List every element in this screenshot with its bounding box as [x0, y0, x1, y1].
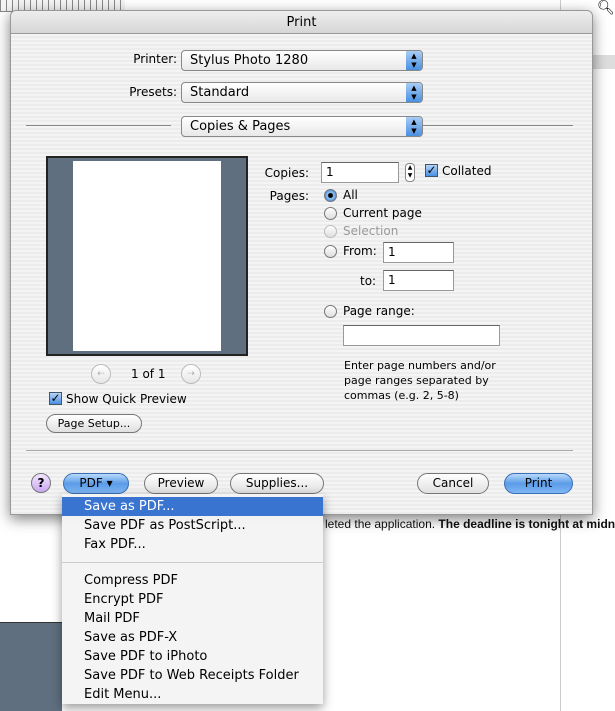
menu-item-save-pdf-as-postscript[interactable]: Save PDF as PostScript... [62, 516, 323, 535]
radio-selection[interactable] [324, 225, 337, 238]
from-input[interactable]: 1 [383, 242, 454, 263]
print-dialog: Print Printer: Stylus Photo 1280 ▲ ▼ Prese… [10, 10, 593, 515]
preview-page [73, 161, 221, 351]
background-text: leted the application. The deadline is t… [325, 517, 615, 531]
radio-current-page-label: Current page [343, 206, 422, 220]
cancel-button[interactable]: Cancel [417, 473, 489, 494]
dialog-title: Print [11, 11, 592, 34]
divider [26, 450, 573, 451]
text: leted the application. [325, 517, 436, 531]
prev-page-button[interactable]: ⇠ [91, 364, 111, 384]
menu-item-save-pdf-to-web-receipts[interactable]: Save PDF to Web Receipts Folder [62, 666, 323, 685]
pdf-menu-button[interactable]: PDF ▾ [63, 473, 129, 494]
updown-arrow-icon: ▲ ▼ [406, 117, 422, 136]
updown-arrow-icon: ▲ ▼ [406, 51, 422, 70]
show-quick-preview-checkbox[interactable]: ✓ [49, 392, 62, 405]
radio-current-page[interactable] [324, 207, 337, 220]
radio-all-label: All [343, 188, 358, 202]
menu-separator [62, 562, 323, 563]
copies-label: Copies: [264, 166, 309, 180]
panel-value: Copies & Pages [190, 119, 291, 134]
collated-label: Collated [442, 164, 492, 178]
panel-select[interactable]: Copies & Pages ▲ ▼ [181, 116, 423, 137]
preview-button[interactable]: Preview [144, 473, 218, 494]
radio-from[interactable] [324, 245, 337, 258]
preview-area [46, 156, 248, 356]
pdf-menu: Save as PDF... Save PDF as PostScript...… [62, 494, 323, 704]
supplies-button[interactable]: Supplies... [230, 473, 324, 494]
radio-page-range-label: Page range: [343, 304, 415, 318]
next-page-button[interactable]: ⇢ [181, 364, 201, 384]
presets-value: Standard [190, 85, 250, 100]
to-input[interactable]: 1 [383, 270, 454, 291]
page-indicator: 1 of 1 [131, 367, 166, 381]
radio-selection-label: Selection [343, 224, 399, 238]
menu-item-mail-pdf[interactable]: Mail PDF [62, 609, 323, 628]
divider [26, 125, 171, 126]
search-icon: 🔍︎ [597, 0, 615, 16]
collated-checkbox[interactable]: ✓ [425, 164, 438, 177]
pages-label: Pages: [269, 189, 309, 203]
to-label: to: [360, 274, 377, 288]
presets-label: Presets: [129, 85, 177, 99]
radio-from-label: From: [343, 244, 377, 258]
print-button[interactable]: Print [504, 473, 573, 494]
divider [423, 125, 573, 126]
page-range-input[interactable] [343, 325, 500, 346]
menu-item-save-pdf-to-iphoto[interactable]: Save PDF to iPhoto [62, 647, 323, 666]
menu-item-save-as-pdf-x[interactable]: Save as PDF-X [62, 628, 323, 647]
radio-all[interactable] [324, 189, 337, 202]
page-range-hint: Enter page numbers and/or page ranges se… [344, 359, 496, 402]
copies-input[interactable]: 1 [321, 162, 399, 183]
presets-select[interactable]: Standard ▲ ▼ [181, 82, 423, 103]
help-button[interactable]: ? [31, 473, 51, 493]
text-bold: The deadline is tonight at midni [435, 517, 615, 531]
copies-stepper[interactable]: ▲ ▼ [405, 163, 415, 182]
menu-item-fax-pdf[interactable]: Fax PDF... [62, 535, 323, 554]
menu-item-encrypt-pdf[interactable]: Encrypt PDF [62, 590, 323, 609]
page-setup-button[interactable]: Page Setup... [46, 414, 142, 433]
printer-label: Printer: [133, 52, 177, 66]
background-panel [0, 622, 62, 711]
menu-item-save-as-pdf[interactable]: Save as PDF... [62, 497, 323, 516]
printer-select[interactable]: Stylus Photo 1280 ▲ ▼ [181, 50, 423, 71]
menu-item-compress-pdf[interactable]: Compress PDF [62, 571, 323, 590]
show-quick-preview-label: Show Quick Preview [66, 392, 187, 406]
menu-item-edit-menu[interactable]: Edit Menu... [62, 685, 323, 704]
updown-arrow-icon: ▲ ▼ [406, 83, 422, 102]
background-toolbar [593, 55, 615, 69]
radio-page-range[interactable] [324, 305, 337, 318]
printer-value: Stylus Photo 1280 [190, 53, 309, 68]
